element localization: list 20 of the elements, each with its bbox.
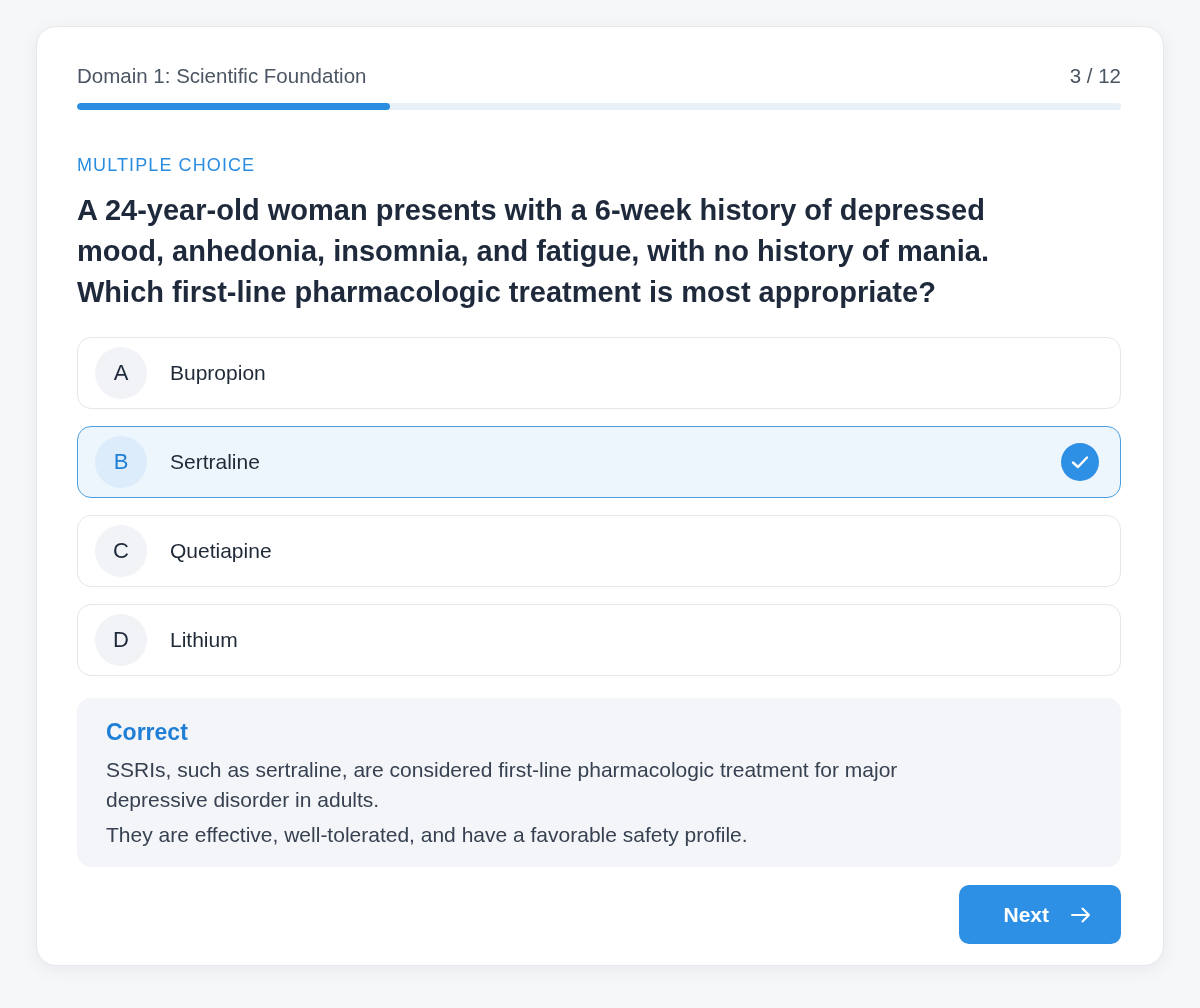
- option-letter: C: [95, 525, 147, 577]
- answer-option[interactable]: C Quetiapine: [77, 515, 1121, 587]
- feedback-text: SSRIs, such as sertraline, are considered first-line pharmacologic treatment for major depressive disorder in adults.: [106, 757, 899, 813]
- feedback-title: Correct: [106, 718, 188, 746]
- option-letter: A: [95, 347, 147, 399]
- option-letter: B: [95, 436, 147, 488]
- option-letter: D: [95, 614, 147, 666]
- option-label: Quetiapine: [170, 539, 273, 563]
- answer-option[interactable]: A Bupropion: [77, 337, 1121, 409]
- answer-option[interactable]: D Lithium: [77, 604, 1121, 676]
- domain-title: Domain 1: Scientific Foundation: [77, 64, 367, 88]
- check-icon: [1061, 443, 1099, 481]
- option-label: Lithium: [170, 628, 239, 652]
- question-text: A 24-year-old woman presents with a 6-week history of depressed mood, anhedonia, insomnia, and fatigue, with no history of mania. Which first-line pharmacologic treatment is most appropriate?: [77, 193, 990, 310]
- answer-option[interactable]: B Sertraline: [77, 426, 1121, 498]
- option-label: Sertraline: [170, 450, 261, 474]
- feedback-text: They are effective, well-tolerated, and have a favorable safety profile.: [106, 822, 749, 848]
- question-type-label: MULTIPLE CHOICE: [77, 154, 256, 176]
- question-counter: 3 / 12: [1069, 64, 1121, 88]
- option-label: Bupropion: [170, 361, 267, 385]
